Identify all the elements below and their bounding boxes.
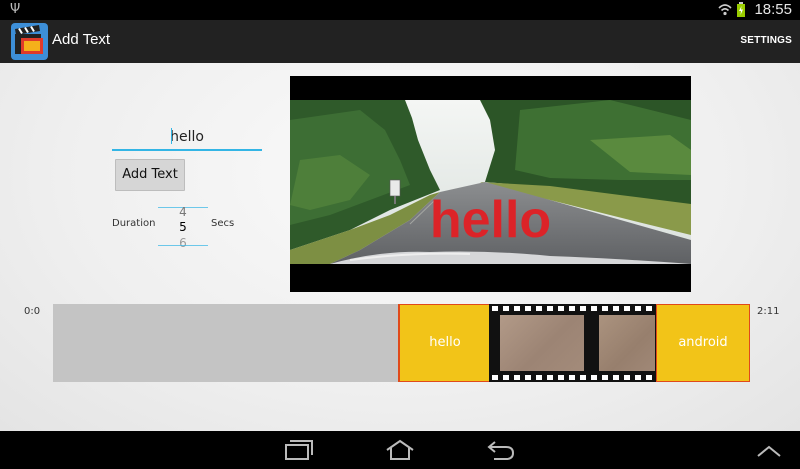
duration-picker[interactable]: 4 5 6	[158, 203, 208, 250]
picker-current-value[interactable]: 5	[158, 220, 208, 234]
home-icon[interactable]	[384, 439, 416, 465]
editor-content: Add Text Duration 4 5 6 Secs	[0, 63, 800, 431]
app-icon[interactable]	[11, 23, 48, 60]
duration-label: Duration	[112, 218, 156, 229]
picker-next-value[interactable]: 6	[158, 236, 208, 250]
timeline-text-clip-hello[interactable]: hello	[398, 304, 491, 382]
settings-button[interactable]: SETTINGS	[738, 30, 794, 52]
timeline-empty-track[interactable]	[53, 304, 398, 382]
text-input[interactable]	[112, 125, 262, 151]
picker-divider-bottom	[158, 245, 208, 246]
film-sprocket-holes-top	[492, 306, 652, 311]
timeline-video-clip[interactable]	[489, 304, 656, 382]
secs-label: Secs	[211, 218, 235, 229]
timeline-end-time: 2:11	[757, 306, 780, 317]
video-preview[interactable]: hello	[290, 76, 691, 292]
recent-apps-icon[interactable]	[284, 439, 314, 465]
overlay-text: hello	[429, 191, 552, 249]
chevron-up-icon[interactable]	[756, 443, 782, 462]
usb-icon: Ψ	[10, 2, 21, 17]
wifi-icon	[718, 3, 733, 16]
status-icons: 18:55	[718, 1, 792, 18]
video-frame-thumbnail	[599, 315, 655, 371]
status-bar: Ψ 18:55	[0, 0, 800, 20]
picker-prev-value[interactable]: 4	[158, 205, 208, 219]
navigation-bar	[0, 431, 800, 469]
action-bar: Add Text SETTINGS	[0, 20, 800, 63]
timeline-text-clip-android[interactable]: android	[656, 304, 750, 382]
film-sprocket-holes-bottom	[492, 375, 652, 380]
back-icon[interactable]	[486, 439, 516, 465]
video-frame-thumbnail	[500, 315, 584, 371]
clock: 18:55	[754, 1, 792, 18]
page-title: Add Text	[52, 31, 111, 48]
battery-icon	[736, 2, 746, 17]
text-cursor	[171, 128, 172, 144]
add-text-button[interactable]: Add Text	[115, 159, 185, 191]
timeline-start-time: 0:0	[24, 306, 41, 317]
